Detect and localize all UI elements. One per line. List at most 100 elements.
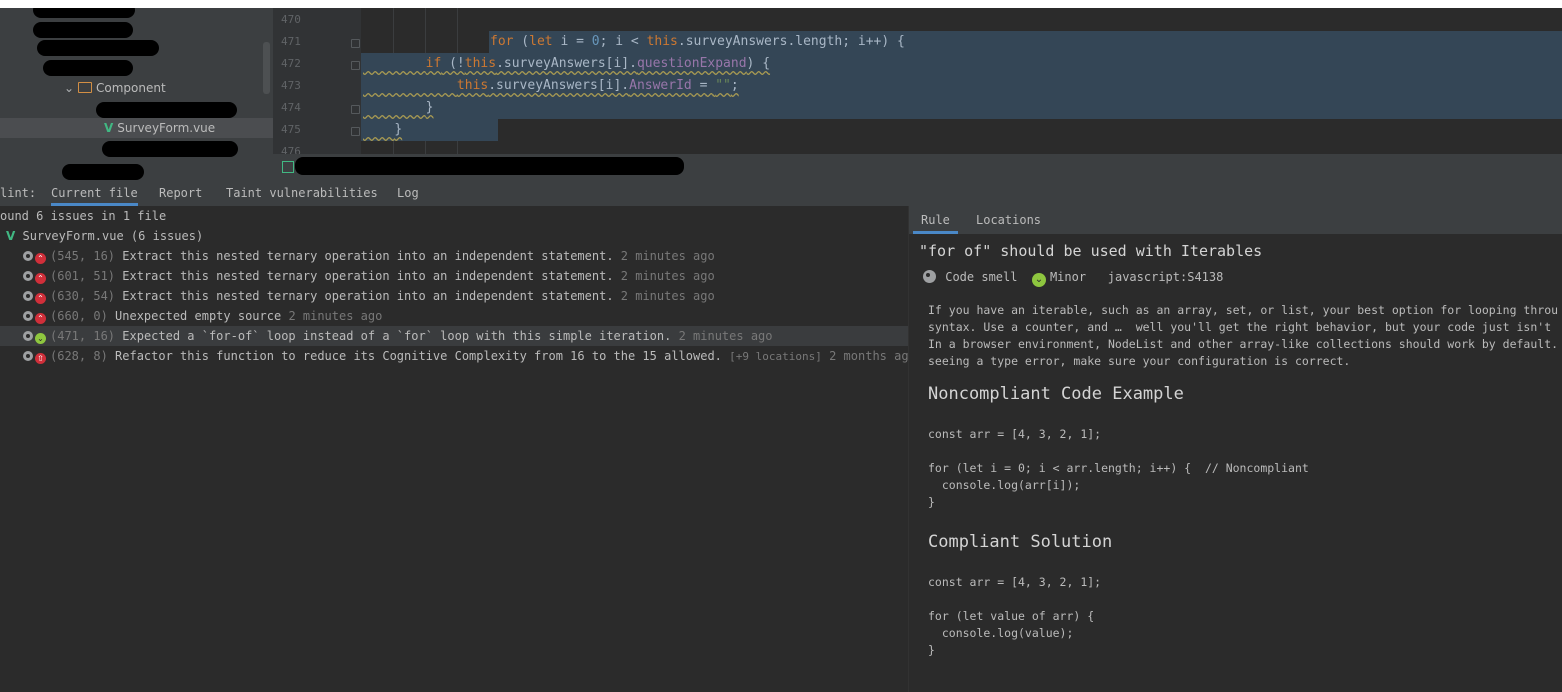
rule-meta: Code smell ⌄ Minor javascript:S4138 [923, 268, 1223, 287]
code-smell-icon [923, 270, 936, 283]
redacted-tree-item [37, 40, 159, 56]
tree-folder-component[interactable]: ⌄ Component [64, 79, 166, 97]
issues-summary: ound 6 issues in 1 file [0, 209, 167, 223]
rule-description: If you have an iterable, such as an arra… [928, 302, 1558, 370]
issue-row[interactable]: ⌃ (630, 54) Extract this nested ternary o… [23, 286, 715, 306]
issue-time: 2 minutes ago [620, 249, 715, 263]
issue-message: Unexpected empty source [115, 309, 282, 323]
code-token: if [425, 56, 442, 71]
code-smell-icon [23, 251, 33, 261]
tab-report[interactable]: Report [159, 180, 202, 206]
code-line-475: } [363, 119, 402, 141]
issue-extra-locations[interactable]: [+9 locations] [729, 350, 822, 363]
line-number: 474 [281, 101, 301, 114]
severity-critical-icon: ⇧ [35, 353, 46, 364]
tab-current-file[interactable]: Current file [51, 180, 138, 206]
rule-panel-tabs: Rule Locations [909, 206, 1562, 234]
issue-row[interactable]: ⌃ (601, 51) Extract this nested ternary o… [23, 266, 715, 286]
tab-locations[interactable]: Locations [976, 206, 1041, 234]
file-label: SurveyForm.vue [22, 229, 124, 243]
issue-time: 2 minutes ago [678, 329, 773, 343]
code-token: = [691, 78, 716, 93]
redacted-tree-item [62, 164, 144, 180]
code-line: for (let value of arr) { [928, 609, 1095, 623]
code-smell-icon [23, 291, 33, 301]
issue-row[interactable]: ⌃ (545, 16) Extract this nested ternary o… [23, 246, 715, 266]
code-token: ; i < [599, 34, 647, 49]
severity-major-icon: ⌃ [35, 253, 46, 264]
line-number: 471 [281, 35, 301, 48]
line-number: 475 [281, 123, 301, 136]
file-issue-count: (6 issues) [130, 229, 204, 243]
rule-severity: Minor [1049, 270, 1087, 284]
code-token: .surveyAnswers[i]. [488, 78, 630, 93]
code-token: this [456, 78, 489, 93]
line-number: 476 [281, 145, 301, 154]
compliant-code: const arr = [4, 3, 2, 1]; for (let value … [928, 574, 1101, 659]
fold-marker-icon[interactable] [351, 105, 360, 114]
code-line-472: if (!this.surveyAnswers[i].questionExpan… [363, 53, 770, 75]
code-token: "" [715, 78, 731, 93]
issue-time: 2 months ago [829, 349, 908, 363]
rule-title: "for of" should be used with Iterables [919, 242, 1263, 260]
tab-rule[interactable]: Rule [913, 206, 958, 234]
code-token: ; [730, 78, 739, 93]
tab-taint-vulnerabilities[interactable]: Taint vulnerabilities [226, 180, 378, 206]
severity-major-icon: ⌃ [35, 293, 46, 304]
issue-location: (630, 54) [50, 289, 116, 303]
severity-major-icon: ⌃ [35, 273, 46, 284]
line-number: 472 [281, 57, 301, 70]
fold-marker-icon[interactable] [351, 61, 360, 70]
code-token: 0 [591, 34, 600, 49]
tree-scrollbar[interactable] [263, 42, 270, 94]
severity-minor-icon: ⌄ [35, 333, 46, 344]
code-token: this [646, 34, 678, 49]
line-number: 470 [281, 13, 301, 26]
issue-time: 2 minutes ago [620, 269, 715, 283]
description-line: In a browser environment, NodeList and o… [928, 337, 1559, 351]
issue-row[interactable]: ⇧ (628, 8) Refactor this function to redu… [23, 346, 908, 366]
issue-message: Extract this nested ternary operation in… [122, 269, 614, 283]
line-number: 473 [281, 79, 301, 92]
description-line: If you have an iterable, such as an arra… [928, 303, 1559, 317]
code-token: (! [441, 56, 465, 71]
description-line: seeing a type error, make sure your conf… [928, 354, 1351, 368]
code-token: for [490, 34, 514, 49]
issue-time: 2 minutes ago [288, 309, 383, 323]
redacted-breadcrumb [295, 157, 684, 175]
issues-file-node[interactable]: V SurveyForm.vue (6 issues) [6, 226, 203, 246]
code-token: this [464, 56, 497, 71]
redacted-tree-item [43, 60, 133, 76]
component-icon [282, 161, 294, 173]
issue-row-selected[interactable]: ⌄ (471, 16) Expected a `for-of` loop inst… [23, 326, 773, 346]
code-editor[interactable]: 470 471 472 473 474 475 476 for (let i =… [273, 8, 1562, 154]
issue-message: Expected a `for-of` loop instead of a `f… [122, 329, 672, 343]
issues-panel: ound 6 issues in 1 file V SurveyForm.vue… [0, 206, 908, 692]
project-tree: ⌄ Component V SurveyForm.vue [0, 8, 273, 180]
editor-breadcrumb-bar [273, 154, 1562, 180]
fold-marker-icon[interactable] [351, 39, 360, 48]
code-token: ) { [746, 56, 771, 71]
tab-log[interactable]: Log [397, 180, 419, 206]
issue-message: Extract this nested ternary operation in… [122, 249, 614, 263]
severity-minor-icon: ⌄ [1031, 273, 1046, 287]
code-token: .surveyAnswers[i]. [496, 56, 637, 71]
sonarlint-tabs: lint: Current file Report Taint vulnerab… [0, 180, 1562, 207]
severity-major-icon: ⌃ [35, 313, 46, 324]
code-line: const arr = [4, 3, 2, 1]; [928, 575, 1102, 589]
tree-file-surveyform[interactable]: V SurveyForm.vue [104, 119, 215, 137]
fold-marker-icon[interactable] [351, 127, 360, 136]
code-smell-icon [23, 271, 33, 281]
chevron-down-icon[interactable]: ⌄ [64, 79, 78, 97]
code-line-474: } [363, 97, 434, 119]
issue-location: (545, 16) [50, 249, 116, 263]
code-line: } [928, 643, 935, 657]
issue-row[interactable]: ⌃ (660, 0) Unexpected empty source 2 minu… [23, 306, 382, 326]
code-line: console.log(value); [928, 626, 1074, 640]
vue-file-icon: V [6, 229, 16, 243]
noncompliant-code: const arr = [4, 3, 2, 1]; for (let i = 0;… [928, 426, 1309, 511]
code-smell-icon [23, 331, 33, 341]
rule-panel: Rule Locations "for of" should be used w… [908, 206, 1562, 692]
